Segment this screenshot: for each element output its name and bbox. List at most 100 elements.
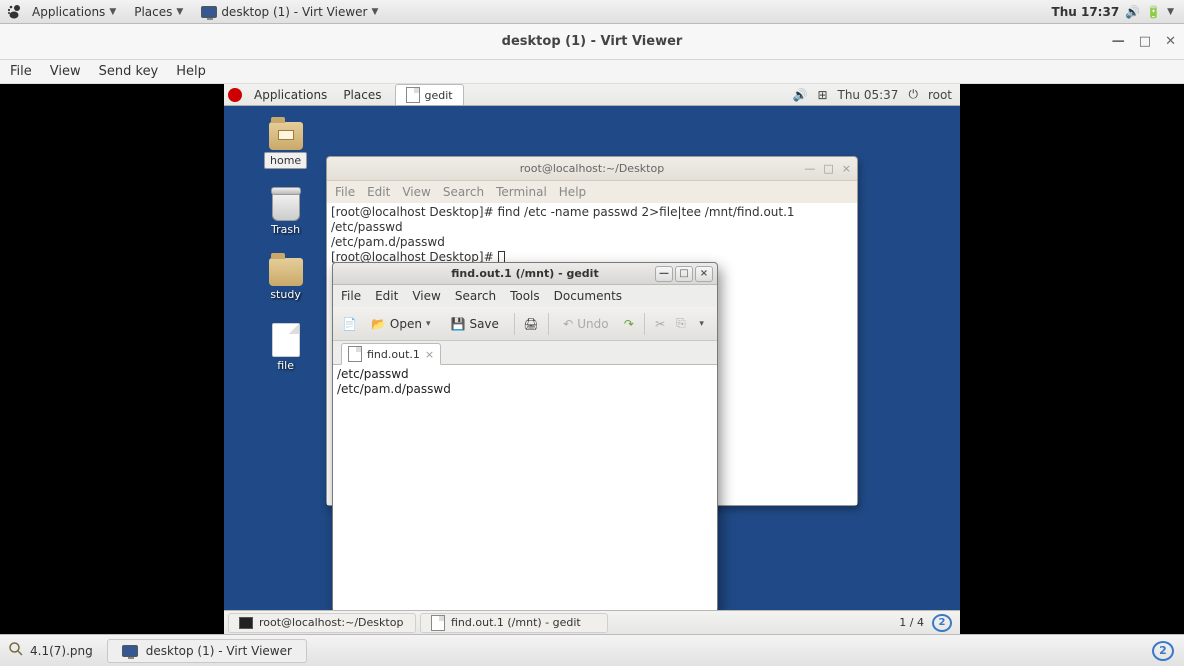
taskbar-item-gedit[interactable]: find.out.1 (/mnt) - gedit [420, 613, 608, 633]
open-icon: 📂 [371, 317, 386, 331]
gedit-file-menu[interactable]: File [341, 289, 361, 303]
gedit-tab-label: find.out.1 [367, 348, 420, 361]
network-icon[interactable]: ⊞ [817, 88, 827, 102]
guest-user-label[interactable]: root [928, 88, 952, 102]
host-workspace-pager[interactable]: 2 [1152, 641, 1174, 661]
study-folder-icon[interactable]: study [264, 258, 307, 301]
user-menu-icon[interactable]: ▼ [1167, 7, 1174, 17]
gedit-view-menu[interactable]: View [412, 289, 440, 303]
logout-icon[interactable]: ⏻ [908, 87, 918, 102]
undo-button[interactable]: ↶ Undo [556, 311, 615, 337]
pager-number: 2 [1159, 644, 1167, 657]
host-clock[interactable]: Thu 17:37 [1052, 5, 1120, 19]
virt-viewer-title-label: desktop (1) - Virt Viewer [502, 34, 683, 49]
term-line: /etc/passwd [331, 220, 403, 234]
gedit-tools-menu[interactable]: Tools [510, 289, 540, 303]
dropdown-icon: ▼ [176, 7, 183, 17]
vv-file-menu[interactable]: File [10, 64, 32, 79]
taskbar-item-terminal[interactable]: root@localhost:~/Desktop [228, 613, 416, 633]
guest-active-app-tab[interactable]: gedit [395, 84, 463, 105]
save-button[interactable]: 💾Save [444, 311, 506, 337]
dropdown-icon: ▼ [109, 7, 116, 17]
print-button[interactable]: 🖨 [522, 311, 539, 337]
term-terminal-menu[interactable]: Terminal [496, 185, 547, 199]
guest-desktop[interactable]: Applications Places gedit 🔊 ⊞ Thu 05:37 … [224, 84, 960, 634]
term-edit-menu[interactable]: Edit [367, 185, 390, 199]
volume-icon[interactable]: 🔊 [1125, 5, 1140, 19]
host-places-menu[interactable]: Places▼ [126, 3, 191, 21]
vv-sendkey-menu[interactable]: Send key [99, 64, 159, 79]
cut-icon: ✂ [655, 317, 665, 331]
host-active-window-label: desktop (1) - Virt Viewer [221, 5, 367, 19]
term-help-menu[interactable]: Help [559, 185, 586, 199]
gedit-text-area[interactable]: /etc/passwd /etc/pam.d/passwd [333, 365, 717, 611]
host-top-panel: Applications▼ Places▼ desktop (1) - Virt… [0, 0, 1184, 24]
undo-label: Undo [577, 317, 608, 331]
host-thumb-label[interactable]: 4.1(7).png [30, 644, 93, 658]
open-label: Open [390, 317, 422, 331]
gedit-line: /etc/pam.d/passwd [337, 382, 451, 396]
guest-clock[interactable]: Thu 05:37 [838, 88, 899, 102]
guest-applications-menu[interactable]: Applications [246, 86, 335, 104]
copy-button[interactable]: ⎘ [674, 311, 689, 337]
taskbar-item-virt-viewer[interactable]: desktop (1) - Virt Viewer [107, 639, 307, 663]
host-active-window-menu[interactable]: desktop (1) - Virt Viewer▼ [193, 3, 386, 21]
new-doc-icon: 📄 [342, 317, 357, 331]
maximize-button[interactable]: □ [675, 266, 693, 282]
term-view-menu[interactable]: View [402, 185, 430, 199]
pager-number: 2 [939, 617, 946, 628]
study-label: study [270, 288, 301, 301]
gedit-edit-menu[interactable]: Edit [375, 289, 398, 303]
chevron-down-icon: ▾ [699, 319, 704, 329]
file-icon[interactable]: file [264, 323, 307, 372]
trash-icon[interactable]: Trash [264, 191, 307, 236]
gnome-foot-icon [6, 4, 22, 20]
workspace-indicator[interactable]: 1 / 4 [899, 616, 924, 629]
vv-view-menu[interactable]: View [50, 64, 81, 79]
gedit-icon [406, 87, 420, 103]
gedit-line: /etc/passwd [337, 367, 409, 381]
maximize-button[interactable]: □ [823, 162, 833, 175]
virt-viewer-icon [201, 6, 217, 18]
battery-icon[interactable]: 🔋 [1146, 5, 1161, 19]
maximize-button[interactable]: □ [1139, 34, 1151, 49]
close-button[interactable]: × [695, 266, 713, 282]
gedit-window[interactable]: find.out.1 (/mnt) - gedit — □ × File Edi… [332, 262, 718, 612]
magnifier-icon[interactable] [8, 641, 24, 660]
workspace-pager[interactable]: 2 [932, 614, 952, 632]
gedit-titlebar[interactable]: find.out.1 (/mnt) - gedit — □ × [333, 263, 717, 285]
term-line: [root@localhost Desktop]# find /etc -nam… [331, 205, 795, 219]
gedit-title-label: find.out.1 (/mnt) - gedit [451, 267, 598, 280]
undo-icon: ↶ [563, 317, 573, 331]
term-file-menu[interactable]: File [335, 185, 355, 199]
guest-active-app-label: gedit [424, 89, 452, 102]
vv-help-menu[interactable]: Help [176, 64, 206, 79]
terminal-titlebar[interactable]: root@localhost:~/Desktop — □ × [327, 157, 857, 181]
close-button[interactable]: ✕ [1165, 34, 1176, 49]
open-button[interactable]: 📂Open▾ [364, 311, 438, 337]
volume-icon[interactable]: 🔊 [792, 88, 807, 102]
gedit-documents-menu[interactable]: Documents [554, 289, 622, 303]
host-applications-menu[interactable]: Applications▼ [24, 3, 124, 21]
gedit-search-menu[interactable]: Search [455, 289, 496, 303]
minimize-button[interactable]: — [655, 266, 673, 282]
minimize-button[interactable]: — [1112, 34, 1125, 49]
minimize-button[interactable]: — [804, 162, 815, 175]
close-button[interactable]: × [842, 162, 851, 175]
terminal-menubar: File Edit View Search Terminal Help [327, 181, 857, 203]
document-icon [348, 346, 362, 362]
virt-viewer-icon [122, 645, 138, 657]
redo-button[interactable]: ↷ [622, 311, 637, 337]
term-search-menu[interactable]: Search [443, 185, 484, 199]
redhat-icon [228, 88, 242, 102]
toolbar-overflow[interactable]: ▾ [694, 311, 709, 337]
guest-places-menu[interactable]: Places [335, 86, 389, 104]
gedit-tab[interactable]: find.out.1 × [341, 343, 441, 365]
guest-top-panel: Applications Places gedit 🔊 ⊞ Thu 05:37 … [224, 84, 960, 106]
host-bottom-panel: 4.1(7).png desktop (1) - Virt Viewer 2 [0, 634, 1184, 666]
tab-close-icon[interactable]: × [425, 348, 434, 361]
new-button[interactable]: 📄 [341, 311, 358, 337]
home-folder-icon[interactable]: home [264, 122, 307, 169]
cut-button[interactable]: ✂ [653, 311, 668, 337]
terminal-title-label: root@localhost:~/Desktop [520, 162, 664, 175]
